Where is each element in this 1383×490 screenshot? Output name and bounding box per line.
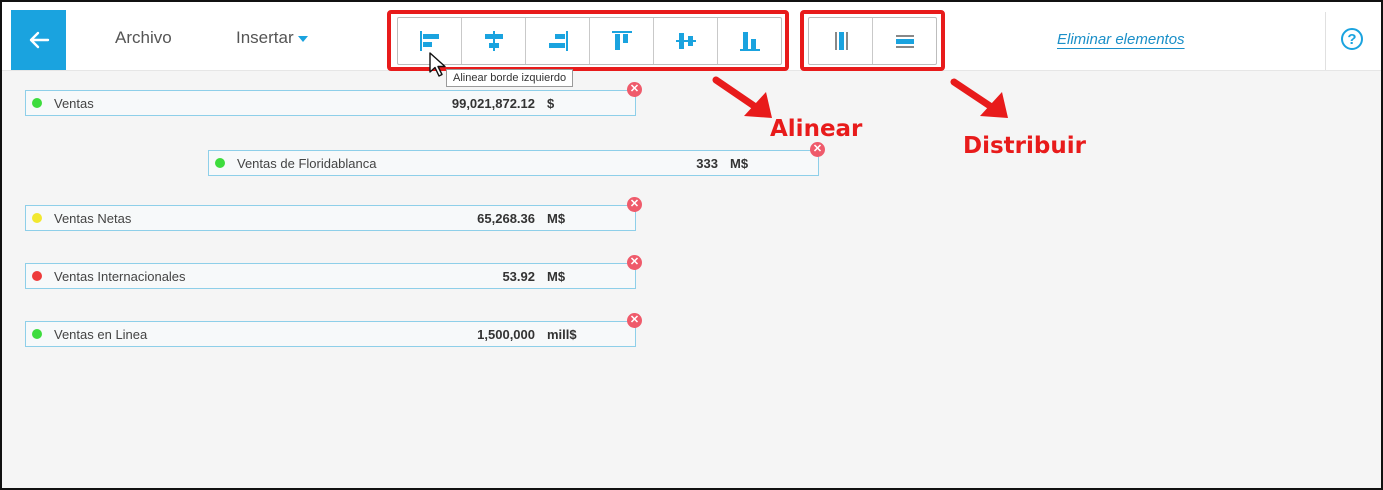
distribute-highlight-box <box>800 10 945 71</box>
divider <box>1325 12 1326 70</box>
help-icon: ? <box>1347 30 1357 48</box>
kpi-name: Ventas Netas <box>54 211 132 226</box>
kpi-unit: $ <box>547 96 555 111</box>
kpi-value: 53.92 <box>502 269 535 284</box>
kpi-name: Ventas <box>54 96 94 111</box>
status-dot <box>32 329 42 339</box>
chevron-down-icon <box>297 35 308 42</box>
kpi-unit: M$ <box>730 156 749 171</box>
kpi-unit: mill$ <box>547 327 577 342</box>
kpi-card[interactable]: Ventas de Floridablanca 333 M$ ✕ <box>208 142 825 176</box>
menu-insertar[interactable]: Insertar <box>236 28 308 48</box>
kpi-name: Ventas en Linea <box>54 327 148 342</box>
arrow-left-icon <box>29 31 49 49</box>
status-dot <box>32 213 42 223</box>
align-annotation: Alinear <box>770 116 863 142</box>
status-dot <box>32 271 42 281</box>
kpi-name: Ventas Internacionales <box>54 269 186 284</box>
close-icon[interactable]: ✕ <box>627 255 642 270</box>
kpi-value: 99,021,872.12 <box>451 96 535 111</box>
back-button[interactable] <box>11 10 66 70</box>
close-icon[interactable]: ✕ <box>627 197 642 212</box>
kpi-card[interactable]: Ventas en Linea 1,500,000 mill$ ✕ <box>25 313 642 347</box>
kpi-name: Ventas de Floridablanca <box>237 156 377 171</box>
kpi-value: 333 <box>696 156 718 171</box>
tooltip: Alinear borde izquierdo <box>446 69 574 87</box>
menu-insertar-label: Insertar <box>236 28 294 47</box>
close-icon[interactable]: ✕ <box>810 142 825 157</box>
delete-elements-link[interactable]: Eliminar elementos <box>1057 31 1185 48</box>
kpi-value: 1,500,000 <box>477 327 535 342</box>
status-dot <box>215 158 225 168</box>
status-dot <box>32 98 42 108</box>
editor-window: Archivo Insertar Eliminar elementos ? Al… <box>0 0 1383 490</box>
kpi-card[interactable]: Ventas Internacionales 53.92 M$ ✕ <box>25 255 642 289</box>
kpi-card[interactable]: Ventas 99,021,872.12 $ ✕ <box>25 82 642 116</box>
help-button[interactable]: ? <box>1341 28 1363 50</box>
close-icon[interactable]: ✕ <box>627 313 642 328</box>
distribute-arrow-icon <box>950 78 1008 118</box>
kpi-card[interactable]: Ventas Netas 65,268.36 M$ ✕ <box>25 197 642 231</box>
kpi-value: 65,268.36 <box>477 211 535 226</box>
close-icon[interactable]: ✕ <box>627 82 642 97</box>
mouse-cursor-icon <box>429 52 446 77</box>
menu-archivo[interactable]: Archivo <box>115 28 172 48</box>
kpi-unit: M$ <box>547 211 566 226</box>
kpi-unit: M$ <box>547 269 566 284</box>
distribute-annotation: Distribuir <box>963 133 1086 159</box>
